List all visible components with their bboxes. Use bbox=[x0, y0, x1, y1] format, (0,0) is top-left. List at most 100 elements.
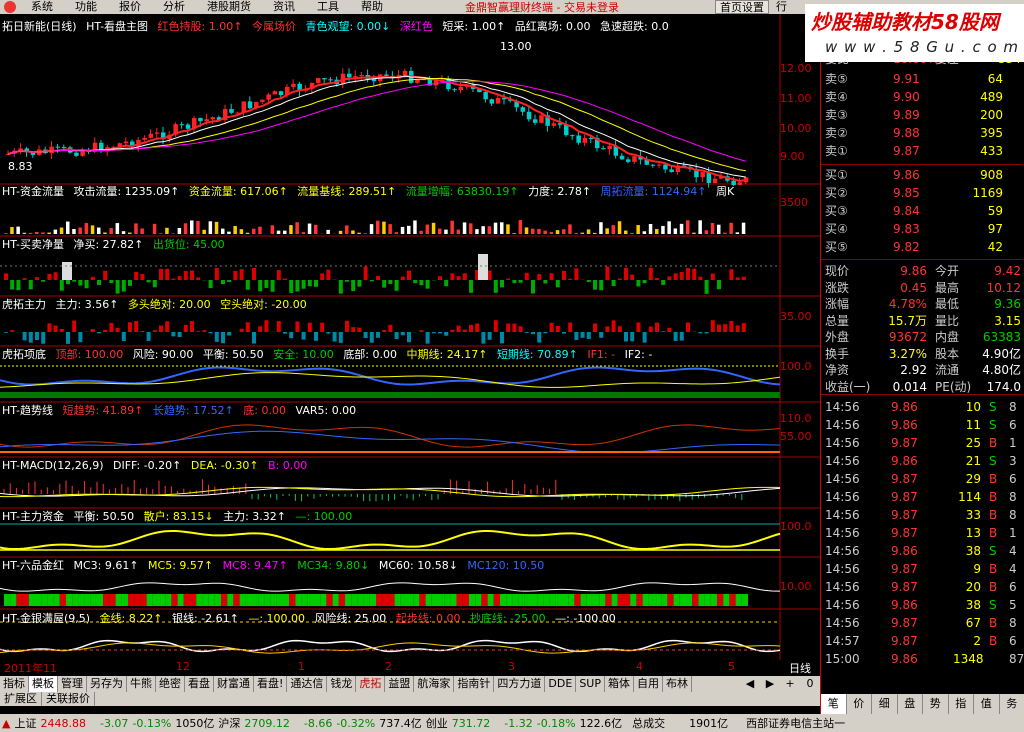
indicator-tab[interactable]: DDE bbox=[545, 676, 577, 692]
next-tab-icon[interactable]: ▶ bbox=[760, 676, 780, 692]
menu-system[interactable]: 系统 bbox=[20, 0, 64, 14]
indicator-tab[interactable]: 绝密 bbox=[156, 676, 185, 692]
row-button[interactable]: 行 bbox=[776, 0, 787, 14]
hs-index-label[interactable]: 沪深 bbox=[218, 715, 240, 731]
menu-analysis[interactable]: 分析 bbox=[152, 0, 196, 14]
side-tab[interactable]: 指 bbox=[949, 694, 974, 714]
buy-level-row[interactable]: 买③ 9.84 59 bbox=[823, 202, 1023, 220]
add-tab-button[interactable]: + bbox=[780, 676, 800, 692]
indicator-tab[interactable]: 自用 bbox=[634, 676, 663, 692]
sell-qty: 489 bbox=[980, 90, 1003, 104]
indicator-tab[interactable]: 益盟 bbox=[385, 676, 415, 692]
indicator-tab[interactable]: 管理 bbox=[58, 676, 87, 692]
indicator-bar bbox=[103, 232, 107, 234]
sell-level-row[interactable]: 卖③ 9.89 200 bbox=[823, 106, 1023, 124]
cy-index-label[interactable]: 创业 bbox=[426, 715, 448, 731]
menu-function[interactable]: 功能 bbox=[64, 0, 108, 14]
prev-tab-icon[interactable]: ◀ bbox=[740, 676, 760, 692]
indicator-tab[interactable]: SUP bbox=[576, 676, 605, 692]
sell-price: 9.91 bbox=[893, 72, 920, 86]
indicator-bar bbox=[679, 223, 684, 234]
menu-info[interactable]: 资讯 bbox=[262, 0, 306, 14]
sell-level-row[interactable]: 卖④ 9.90 489 bbox=[823, 88, 1023, 106]
side-tab[interactable]: 细 bbox=[872, 694, 898, 714]
indicator-tab[interactable]: 看盘 bbox=[185, 676, 214, 692]
side-tab[interactable]: 盘 bbox=[898, 694, 923, 714]
trend-block bbox=[531, 594, 538, 606]
sh-index-pct: -0.13% bbox=[132, 716, 172, 730]
main-force-bar bbox=[10, 330, 15, 332]
tab-extension[interactable]: 扩展区 bbox=[0, 692, 42, 706]
indicator-tab[interactable]: 虎拓 bbox=[356, 676, 386, 692]
candle-body bbox=[452, 89, 457, 91]
buy-level-row[interactable]: 买④ 9.83 97 bbox=[823, 220, 1023, 238]
tick-count: 87 bbox=[1009, 652, 1024, 666]
indicator-tab[interactable]: 箱体 bbox=[605, 676, 634, 692]
indicator-tab[interactable]: 财富通 bbox=[214, 676, 254, 692]
indicator-bar bbox=[686, 220, 690, 234]
net-volume-bar bbox=[574, 268, 579, 280]
p7-name: HT-主力资金 bbox=[2, 510, 64, 523]
cy-index-change: -1.32 bbox=[504, 716, 533, 730]
indicator-tab[interactable]: 模板 bbox=[29, 676, 58, 692]
sell-level-row[interactable]: 卖⑤ 9.91 64 bbox=[823, 70, 1023, 88]
buy-level-row[interactable]: 买⑤ 9.82 42 bbox=[823, 238, 1023, 256]
buy-level-row[interactable]: 买① 9.86 908 bbox=[823, 166, 1023, 184]
buy-level-row[interactable]: 买② 9.85 1169 bbox=[823, 184, 1023, 202]
side-tab[interactable]: 笔 bbox=[821, 694, 847, 714]
home-settings-button[interactable]: 首页设置 bbox=[715, 0, 769, 14]
period-button[interactable]: 日线 bbox=[780, 660, 820, 675]
main-force-bar bbox=[4, 332, 8, 333]
main-force-bar bbox=[531, 332, 535, 335]
indicator-tab[interactable]: 牛熊 bbox=[127, 676, 156, 692]
p3-label: 虎拓主力 主力: 3.56↑ 多头绝对: 20.00 空头绝对: -20.00 bbox=[2, 298, 313, 311]
tab-related-quotes[interactable]: 关联报价 bbox=[42, 692, 95, 706]
main-force-bar bbox=[183, 325, 188, 332]
broker-server[interactable]: 西部证券电信主站一 bbox=[746, 715, 845, 731]
sell-level-row[interactable]: 卖① 9.87 433 bbox=[823, 142, 1023, 160]
main-force-bar bbox=[22, 332, 27, 341]
trend-block bbox=[146, 594, 153, 606]
buy-price: 9.83 bbox=[893, 222, 920, 236]
indicator-tab[interactable]: 航海家 bbox=[414, 676, 455, 692]
sell-level-row[interactable]: 卖② 9.88 395 bbox=[823, 124, 1023, 142]
trend-block bbox=[357, 594, 364, 606]
main-value: 急速超跌: 0.0 bbox=[600, 20, 669, 33]
date-axis: 2011年11 12 1 2 3 4 5 bbox=[0, 660, 820, 675]
p4-value: 底部: 0.00 bbox=[343, 348, 398, 361]
sh-index-label[interactable]: 上证 bbox=[14, 715, 36, 731]
indicator-bar bbox=[326, 229, 330, 234]
indicator-tab[interactable]: 看盘! bbox=[254, 676, 288, 692]
reset-tab-button[interactable]: 0 bbox=[800, 676, 820, 692]
buy-qty: 59 bbox=[987, 204, 1003, 218]
side-tab[interactable]: 势 bbox=[923, 694, 949, 714]
menu-hk-futures[interactable]: 港股期货 bbox=[196, 0, 262, 14]
trend-block bbox=[165, 594, 172, 606]
side-tab[interactable]: 值 bbox=[974, 694, 1000, 714]
indicator-tab[interactable]: 四方力道 bbox=[494, 676, 546, 692]
menu-help[interactable]: 帮助 bbox=[350, 0, 394, 14]
net-volume-bar bbox=[698, 276, 703, 280]
indicator-tab[interactable]: 指南针 bbox=[454, 676, 495, 692]
side-tab[interactable]: 务 bbox=[1000, 694, 1024, 714]
trend-block bbox=[580, 594, 587, 606]
indicator-tab[interactable]: 另存为 bbox=[87, 676, 127, 692]
chart-area[interactable]: 拓日新能(日线) HT-看盘主图 红色持股: 1.00↑ 今属场价 青色观望: … bbox=[0, 14, 820, 660]
indicator-tab[interactable]: 通达信 bbox=[287, 676, 328, 692]
indicator-bar bbox=[580, 232, 585, 234]
indicator-tab[interactable]: 钱龙 bbox=[327, 676, 357, 692]
indicator-bar bbox=[469, 223, 473, 234]
menu-quote[interactable]: 报价 bbox=[108, 0, 152, 14]
indicator-bar bbox=[593, 232, 597, 234]
main-force-bar bbox=[574, 332, 579, 340]
trend-block bbox=[41, 594, 48, 606]
tick-volume: 21 bbox=[965, 454, 981, 468]
indicator-tab[interactable]: 布林 bbox=[663, 676, 692, 692]
tick-time: 14:56 bbox=[825, 562, 860, 576]
trend-block bbox=[214, 594, 221, 606]
p7-value: 散户: 83.15↓ bbox=[143, 510, 214, 523]
menu-tools[interactable]: 工具 bbox=[306, 0, 350, 14]
tick-volume: 25 bbox=[965, 436, 981, 450]
indicator-tab[interactable]: 指标 bbox=[0, 676, 29, 692]
side-tab[interactable]: 价 bbox=[847, 694, 872, 714]
